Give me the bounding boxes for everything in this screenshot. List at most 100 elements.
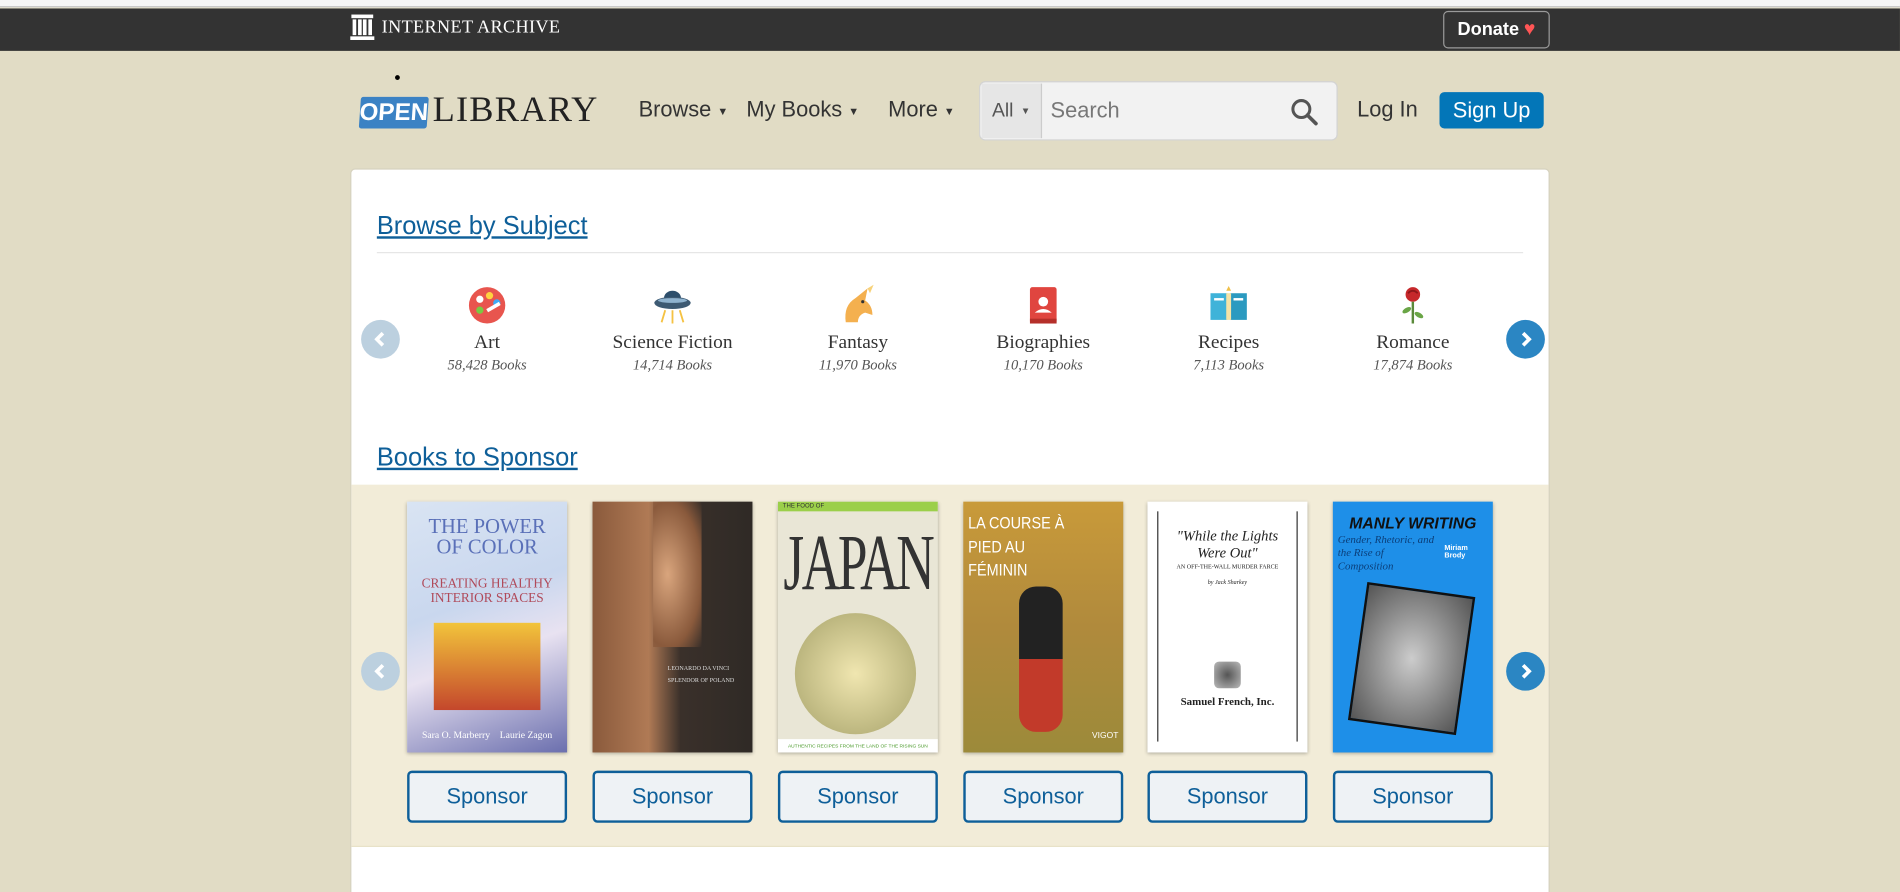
subject-prev-arrow[interactable] <box>361 319 400 359</box>
cover-publisher: VIGOT <box>1092 731 1119 741</box>
cover-title: LA COURSE À PIED AU FÉMININ <box>968 512 1065 580</box>
subject-fantasy[interactable]: Fantasy 11,970 Books <box>779 284 937 375</box>
book-cover-power-of-color[interactable]: THE POWER OF COLOR CREATING HEALTHY INTE… <box>407 501 568 753</box>
search-box: All ▼ <box>979 81 1338 141</box>
cover-title: THE POWER OF COLOR <box>428 514 546 559</box>
cover-illustration <box>433 622 541 711</box>
caret-down-icon: ▼ <box>717 105 729 118</box>
search-input[interactable] <box>1043 83 1286 139</box>
book-cover-image: LA COURSE À PIED AU FÉMININ VIGOT <box>963 501 1124 753</box>
login-link[interactable]: Log In <box>1357 97 1418 122</box>
recipe-book-icon <box>1210 285 1247 320</box>
sponsor-button[interactable]: Sponsor <box>1147 770 1308 823</box>
sponsor-next-arrow[interactable] <box>1506 651 1545 691</box>
browse-by-subject-title[interactable]: Browse by Subject <box>377 212 588 241</box>
subject-recipes[interactable]: Recipes 7,113 Books <box>1150 284 1308 375</box>
search-scope-select[interactable]: All ▼ <box>981 83 1043 139</box>
internet-archive-bar: INTERNET ARCHIVE Donate ♥ <box>0 8 1900 51</box>
search-scope-value: All <box>991 99 1014 121</box>
caret-down-icon: ▼ <box>943 105 955 118</box>
signup-button[interactable]: Sign Up <box>1439 92 1544 129</box>
subject-count: 11,970 Books <box>818 356 897 374</box>
subject-name: Biographies <box>996 332 1091 353</box>
nav-browse[interactable]: Browse ▼ <box>639 97 729 122</box>
subject-art[interactable]: Art 58,428 Books <box>408 284 566 375</box>
logo-open-badge: OPEN <box>356 94 432 131</box>
unicorn-icon <box>845 284 874 323</box>
subject-next-arrow[interactable] <box>1506 319 1545 359</box>
rose-icon <box>1402 287 1424 324</box>
cover-author: by Jack Sharkey <box>1207 580 1248 587</box>
logo-library-text: LIBRARY <box>432 89 599 130</box>
subject-count: 17,874 Books <box>1373 356 1453 374</box>
subject-count: 14,714 Books <box>632 356 713 374</box>
cover-subtitle: CREATING HEALTHY INTERIOR SPACES <box>421 576 553 606</box>
heart-icon: ♥ <box>1523 18 1536 40</box>
subject-name: Art <box>474 332 501 353</box>
chevron-right-icon <box>1521 331 1532 347</box>
nav-more[interactable]: More ▼ <box>888 97 955 122</box>
cover-illustration <box>1347 581 1476 736</box>
subject-science-fiction[interactable]: Science Fiction 14,714 Books <box>594 284 752 375</box>
nav-my-books[interactable]: My Books ▼ <box>746 97 859 122</box>
subject-name: Recipes <box>1197 332 1260 353</box>
cover-authors: Sara O. Marberry Laurie Zagon <box>421 729 553 741</box>
cover-title: LEONARDO DA VINCI <box>667 666 730 673</box>
cover-subtitle: Gender, Rhetoric, and the Rise of Compos… <box>1337 533 1435 572</box>
cover-runner <box>1019 586 1063 732</box>
book-cover-la-course[interactable]: LA COURSE À PIED AU FÉMININ VIGOT <box>963 501 1124 753</box>
book-cover-while-the-lights[interactable]: "While the Lights Were Out" AN OFF-THE-W… <box>1147 501 1308 753</box>
cover-subtitle: AN OFF-THE-WALL MURDER FARCE <box>1176 564 1279 571</box>
archive-name: INTERNET ARCHIVE <box>381 17 561 37</box>
book-cover-manly-writing[interactable]: MANLY WRITING Gender, Rhetoric, and the … <box>1332 501 1493 753</box>
divider <box>376 252 1524 254</box>
book-cover-image: "While the Lights Were Out" AN OFF-THE-W… <box>1147 501 1308 753</box>
cover-title: "While the Lights Were Out" <box>1176 527 1279 561</box>
nav-more-label: More <box>888 96 938 122</box>
cover-author: Miriam Brody <box>1444 545 1468 560</box>
sponsor-button[interactable]: Sponsor <box>963 770 1124 823</box>
sponsor-button[interactable]: Sponsor <box>407 770 568 823</box>
book-cover-image: THE POWER OF COLOR CREATING HEALTHY INTE… <box>407 501 568 753</box>
book-cover-image: MANLY WRITING Gender, Rhetoric, and the … <box>1332 501 1493 753</box>
ufo-icon <box>654 290 691 324</box>
caret-down-icon: ▼ <box>1020 105 1031 117</box>
open-library-logo[interactable]: OPEN LIBRARY <box>356 75 597 133</box>
search-icon[interactable] <box>1289 97 1318 126</box>
subject-count: 58,428 Books <box>447 356 527 374</box>
caret-down-icon: ▼ <box>848 105 860 118</box>
cover-title: MANLY WRITING <box>1349 513 1477 532</box>
subject-name: Romance <box>1376 332 1450 353</box>
book-cover-image: THE FOOD OF JAPAN AUTHENTIC RECIPES FROM… <box>777 501 938 753</box>
sponsor-button[interactable]: Sponsor <box>592 770 753 823</box>
cover-footer: AUTHENTIC RECIPES FROM THE LAND OF THE R… <box>777 739 938 753</box>
chevron-right-icon <box>1521 663 1532 679</box>
chevron-left-icon <box>374 663 385 679</box>
book-cover-leonardo[interactable]: LEONARDO DA VINCI SPLENDOR OF POLAND <box>592 501 753 753</box>
cover-portrait <box>653 501 702 648</box>
internet-archive-logo[interactable]: INTERNET ARCHIVE <box>350 14 561 42</box>
archive-building-icon <box>350 14 375 40</box>
book-icon <box>1029 287 1057 324</box>
books-to-sponsor-title[interactable]: Books to Sponsor <box>377 443 578 472</box>
cover-subtitle: SPLENDOR OF POLAND <box>667 678 735 685</box>
donate-button[interactable]: Donate ♥ <box>1443 10 1550 49</box>
donate-label: Donate <box>1457 19 1520 40</box>
cover-emblem <box>1214 661 1241 689</box>
browser-top-strip <box>0 0 1900 8</box>
chevron-left-icon <box>374 331 385 347</box>
subject-romance[interactable]: Romance 17,874 Books <box>1334 284 1492 375</box>
cover-plate <box>794 613 917 735</box>
sponsor-prev-arrow[interactable] <box>361 651 400 691</box>
subject-name: Fantasy <box>827 332 889 353</box>
subject-biographies[interactable]: Biographies 10,170 Books <box>965 284 1123 375</box>
subject-name: Science Fiction <box>612 332 733 353</box>
sponsor-button[interactable]: Sponsor <box>777 770 938 823</box>
nav-my-books-label: My Books <box>746 96 843 122</box>
book-cover-image: LEONARDO DA VINCI SPLENDOR OF POLAND <box>592 501 753 753</box>
palette-icon <box>468 287 506 324</box>
sponsor-carousel: THE POWER OF COLOR CREATING HEALTHY INTE… <box>351 484 1549 847</box>
cover-subtitle: THE FOOD OF <box>782 502 825 511</box>
book-cover-food-of-japan[interactable]: THE FOOD OF JAPAN AUTHENTIC RECIPES FROM… <box>777 501 938 753</box>
sponsor-button[interactable]: Sponsor <box>1332 770 1493 823</box>
